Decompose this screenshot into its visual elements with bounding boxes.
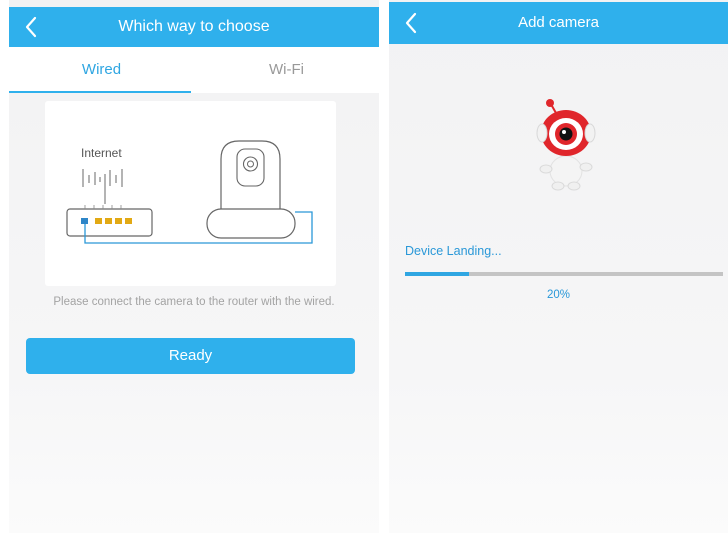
progress-bar-fill <box>405 272 469 276</box>
header-bar: Add camera <box>389 2 728 44</box>
mascot-icon <box>536 99 596 191</box>
progress-percent: 20% <box>546 289 571 301</box>
active-tab-indicator <box>9 91 191 93</box>
status-text: Device Landing... <box>405 244 502 258</box>
router-icon <box>66 205 153 237</box>
ready-button[interactable]: Ready <box>26 338 355 374</box>
connection-method-screen: Which way to choose Wired Wi-Fi Internet <box>9 0 379 533</box>
add-camera-screen: Add camera Device Landing... 20% <box>389 0 728 533</box>
camera-icon <box>206 140 296 239</box>
wired-connection-diagram: Internet <box>45 101 336 286</box>
diagram-graphic: Internet <box>66 140 313 244</box>
progress-bar <box>405 272 723 276</box>
connection-instruction: Please connect the camera to the router … <box>53 296 335 308</box>
internet-label: Internet <box>81 146 122 160</box>
internet-signal-icon <box>82 169 123 204</box>
tab-wifi[interactable]: Wi-Fi <box>194 47 379 93</box>
page-title: Add camera <box>518 14 599 31</box>
tab-wired[interactable]: Wired <box>9 47 194 93</box>
header-bar: Which way to choose <box>9 7 379 47</box>
page-title: Which way to choose <box>118 18 270 35</box>
tab-bar: Wired Wi-Fi <box>9 47 379 93</box>
